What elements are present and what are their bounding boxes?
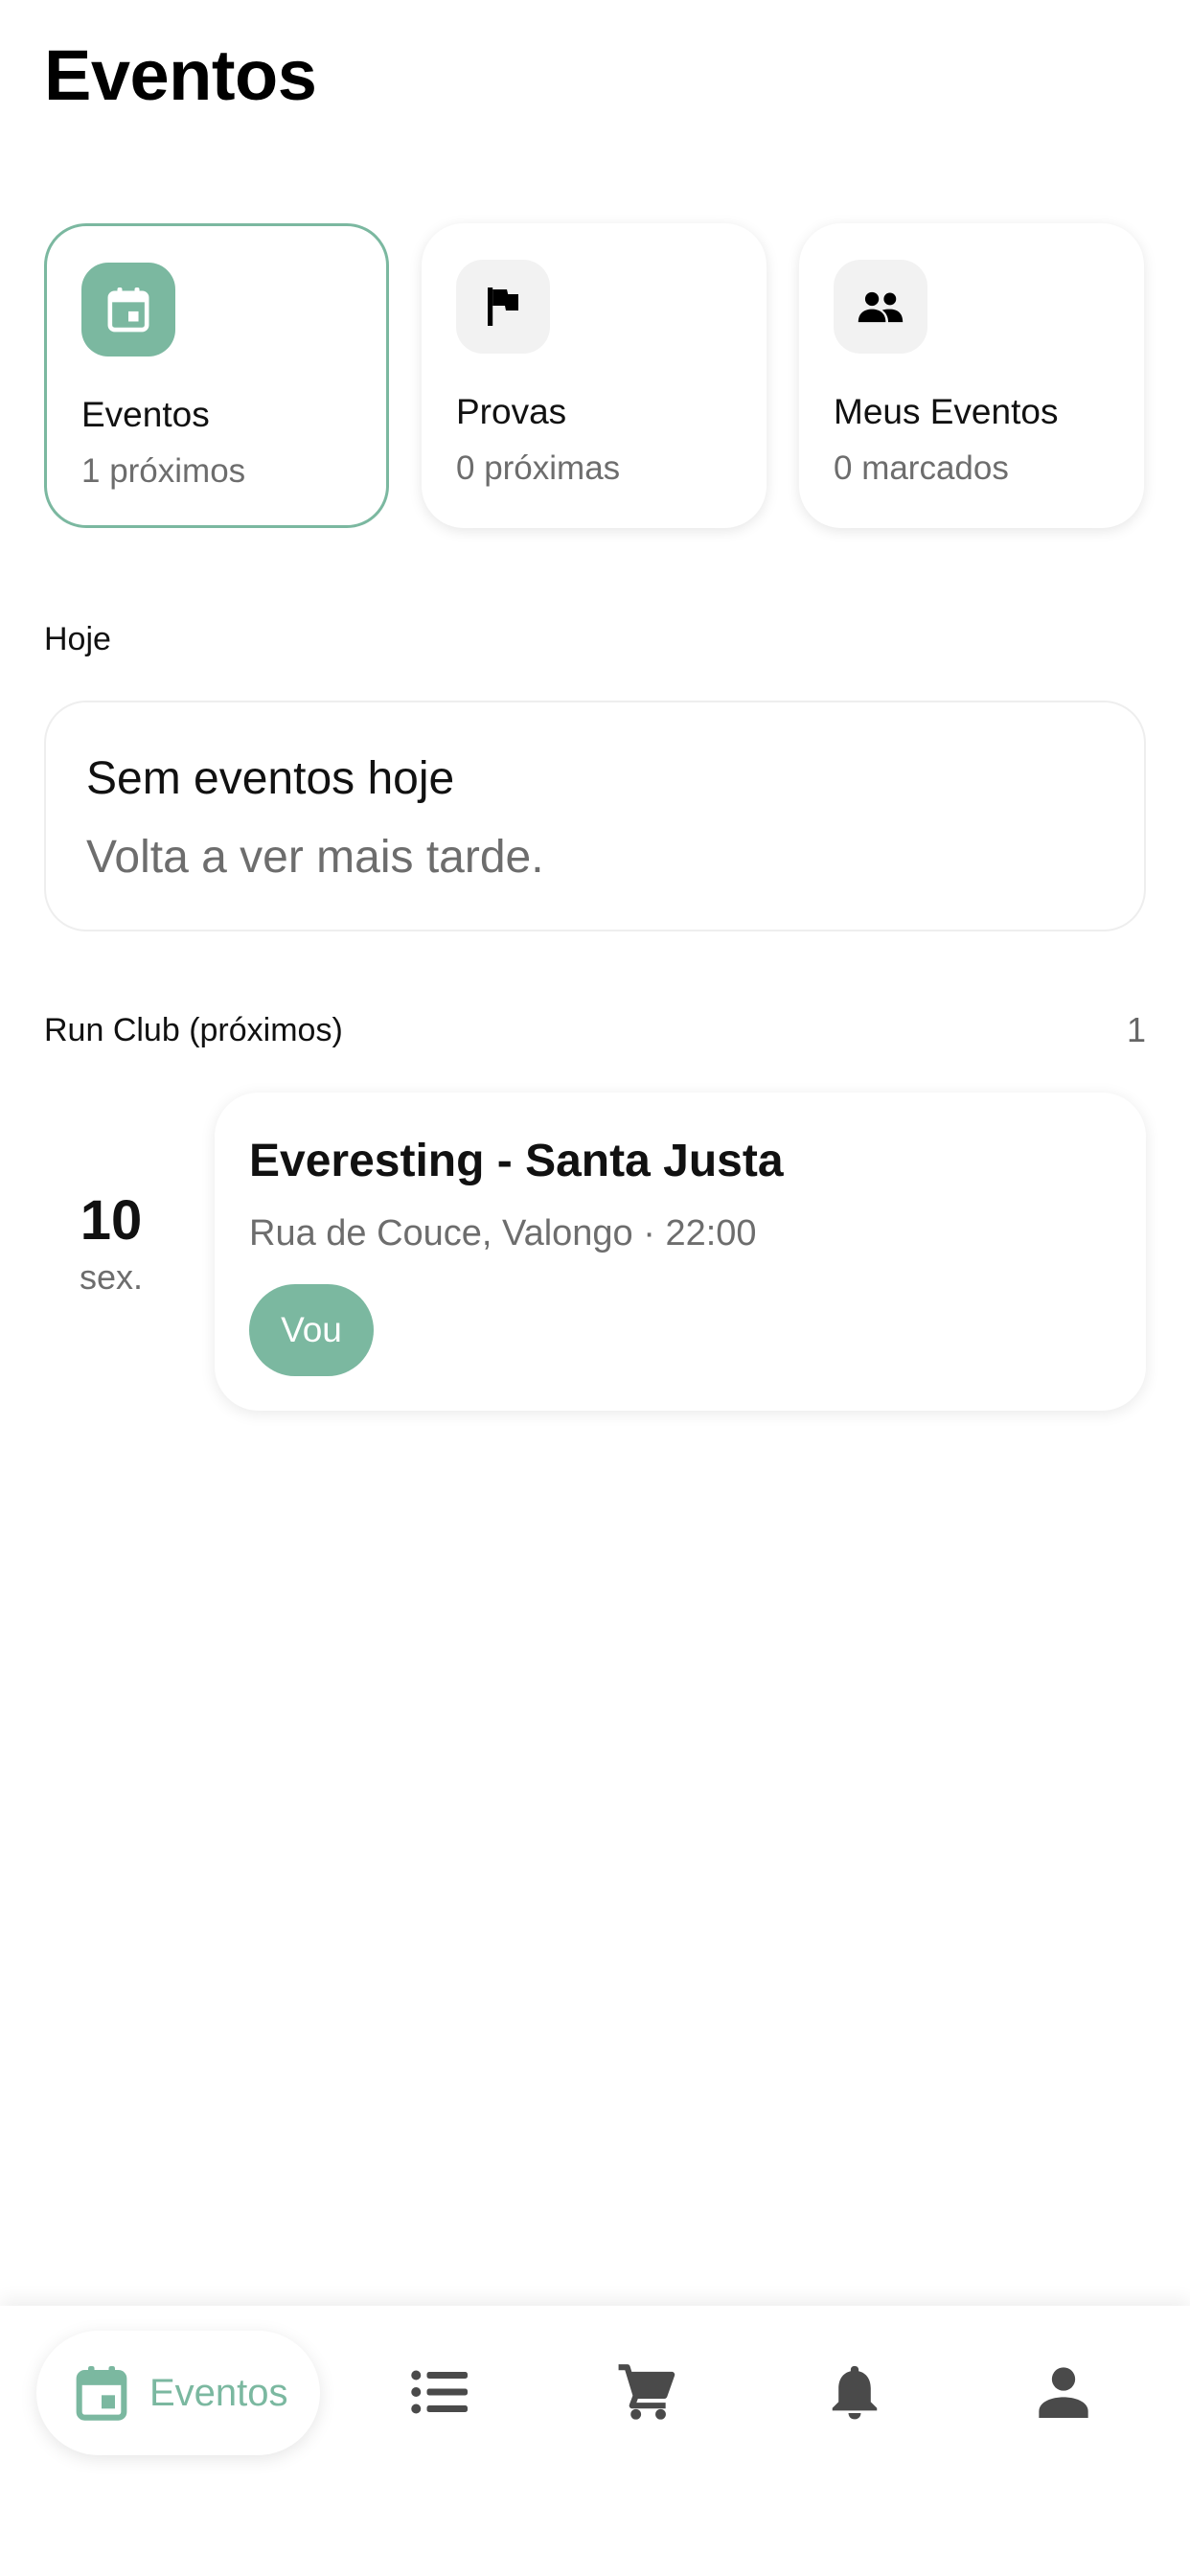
bottom-nav: Eventos <box>0 2306 1190 2576</box>
empty-state-subtitle: Volta a ver mais tarde. <box>86 832 544 883</box>
event-day: 10 <box>80 1189 143 1252</box>
card-subtitle: 0 marcados <box>834 449 1009 487</box>
bell-icon <box>829 2362 881 2426</box>
nav-item-cart[interactable] <box>606 2354 686 2434</box>
nav-item-notifications[interactable] <box>814 2354 895 2434</box>
section-count: 1 <box>1126 1010 1146 1049</box>
person-icon <box>1038 2365 1089 2424</box>
card-meus-eventos[interactable]: Meus Eventos 0 marcados <box>799 223 1144 528</box>
summary-cards: Eventos 1 próximos Provas 0 próximas Meu… <box>44 223 1146 528</box>
nav-label: Eventos <box>149 2371 288 2414</box>
rsvp-button[interactable]: Vou <box>249 1284 374 1376</box>
event-card[interactable]: Everesting - Santa Justa Rua de Couce, V… <box>215 1092 1146 1411</box>
people-icon <box>834 260 927 354</box>
card-title: Meus Eventos <box>834 392 1059 431</box>
section-label-run-club: Run Club (próximos) <box>44 1012 343 1048</box>
cart-icon <box>616 2362 675 2426</box>
card-subtitle: 1 próximos <box>81 452 246 490</box>
nav-item-list[interactable] <box>399 2354 479 2434</box>
card-provas[interactable]: Provas 0 próximas <box>422 223 767 528</box>
calendar-icon <box>75 2359 132 2426</box>
event-weekday: sex. <box>79 1257 144 1297</box>
nav-item-profile[interactable] <box>1023 2354 1104 2434</box>
card-subtitle: 0 próximas <box>456 449 621 487</box>
flag-icon <box>456 260 550 354</box>
empty-state-title: Sem eventos hoje <box>86 753 455 804</box>
nav-item-eventos[interactable]: Eventos <box>36 2331 320 2455</box>
card-title: Provas <box>456 392 567 431</box>
event-date: 10 sex. <box>44 1193 178 1295</box>
list-icon <box>410 2368 468 2421</box>
empty-state-card: Sem eventos hoje Volta a ver mais tarde. <box>44 701 1146 932</box>
section-label-today: Hoje <box>44 621 111 657</box>
event-title: Everesting - Santa Justa <box>249 1136 784 1186</box>
calendar-icon <box>81 263 175 356</box>
page-title: Eventos <box>44 35 317 115</box>
card-eventos[interactable]: Eventos 1 próximos <box>44 223 389 528</box>
card-title: Eventos <box>81 395 210 434</box>
event-location-time: Rua de Couce, Valongo · 22:00 <box>249 1213 757 1254</box>
